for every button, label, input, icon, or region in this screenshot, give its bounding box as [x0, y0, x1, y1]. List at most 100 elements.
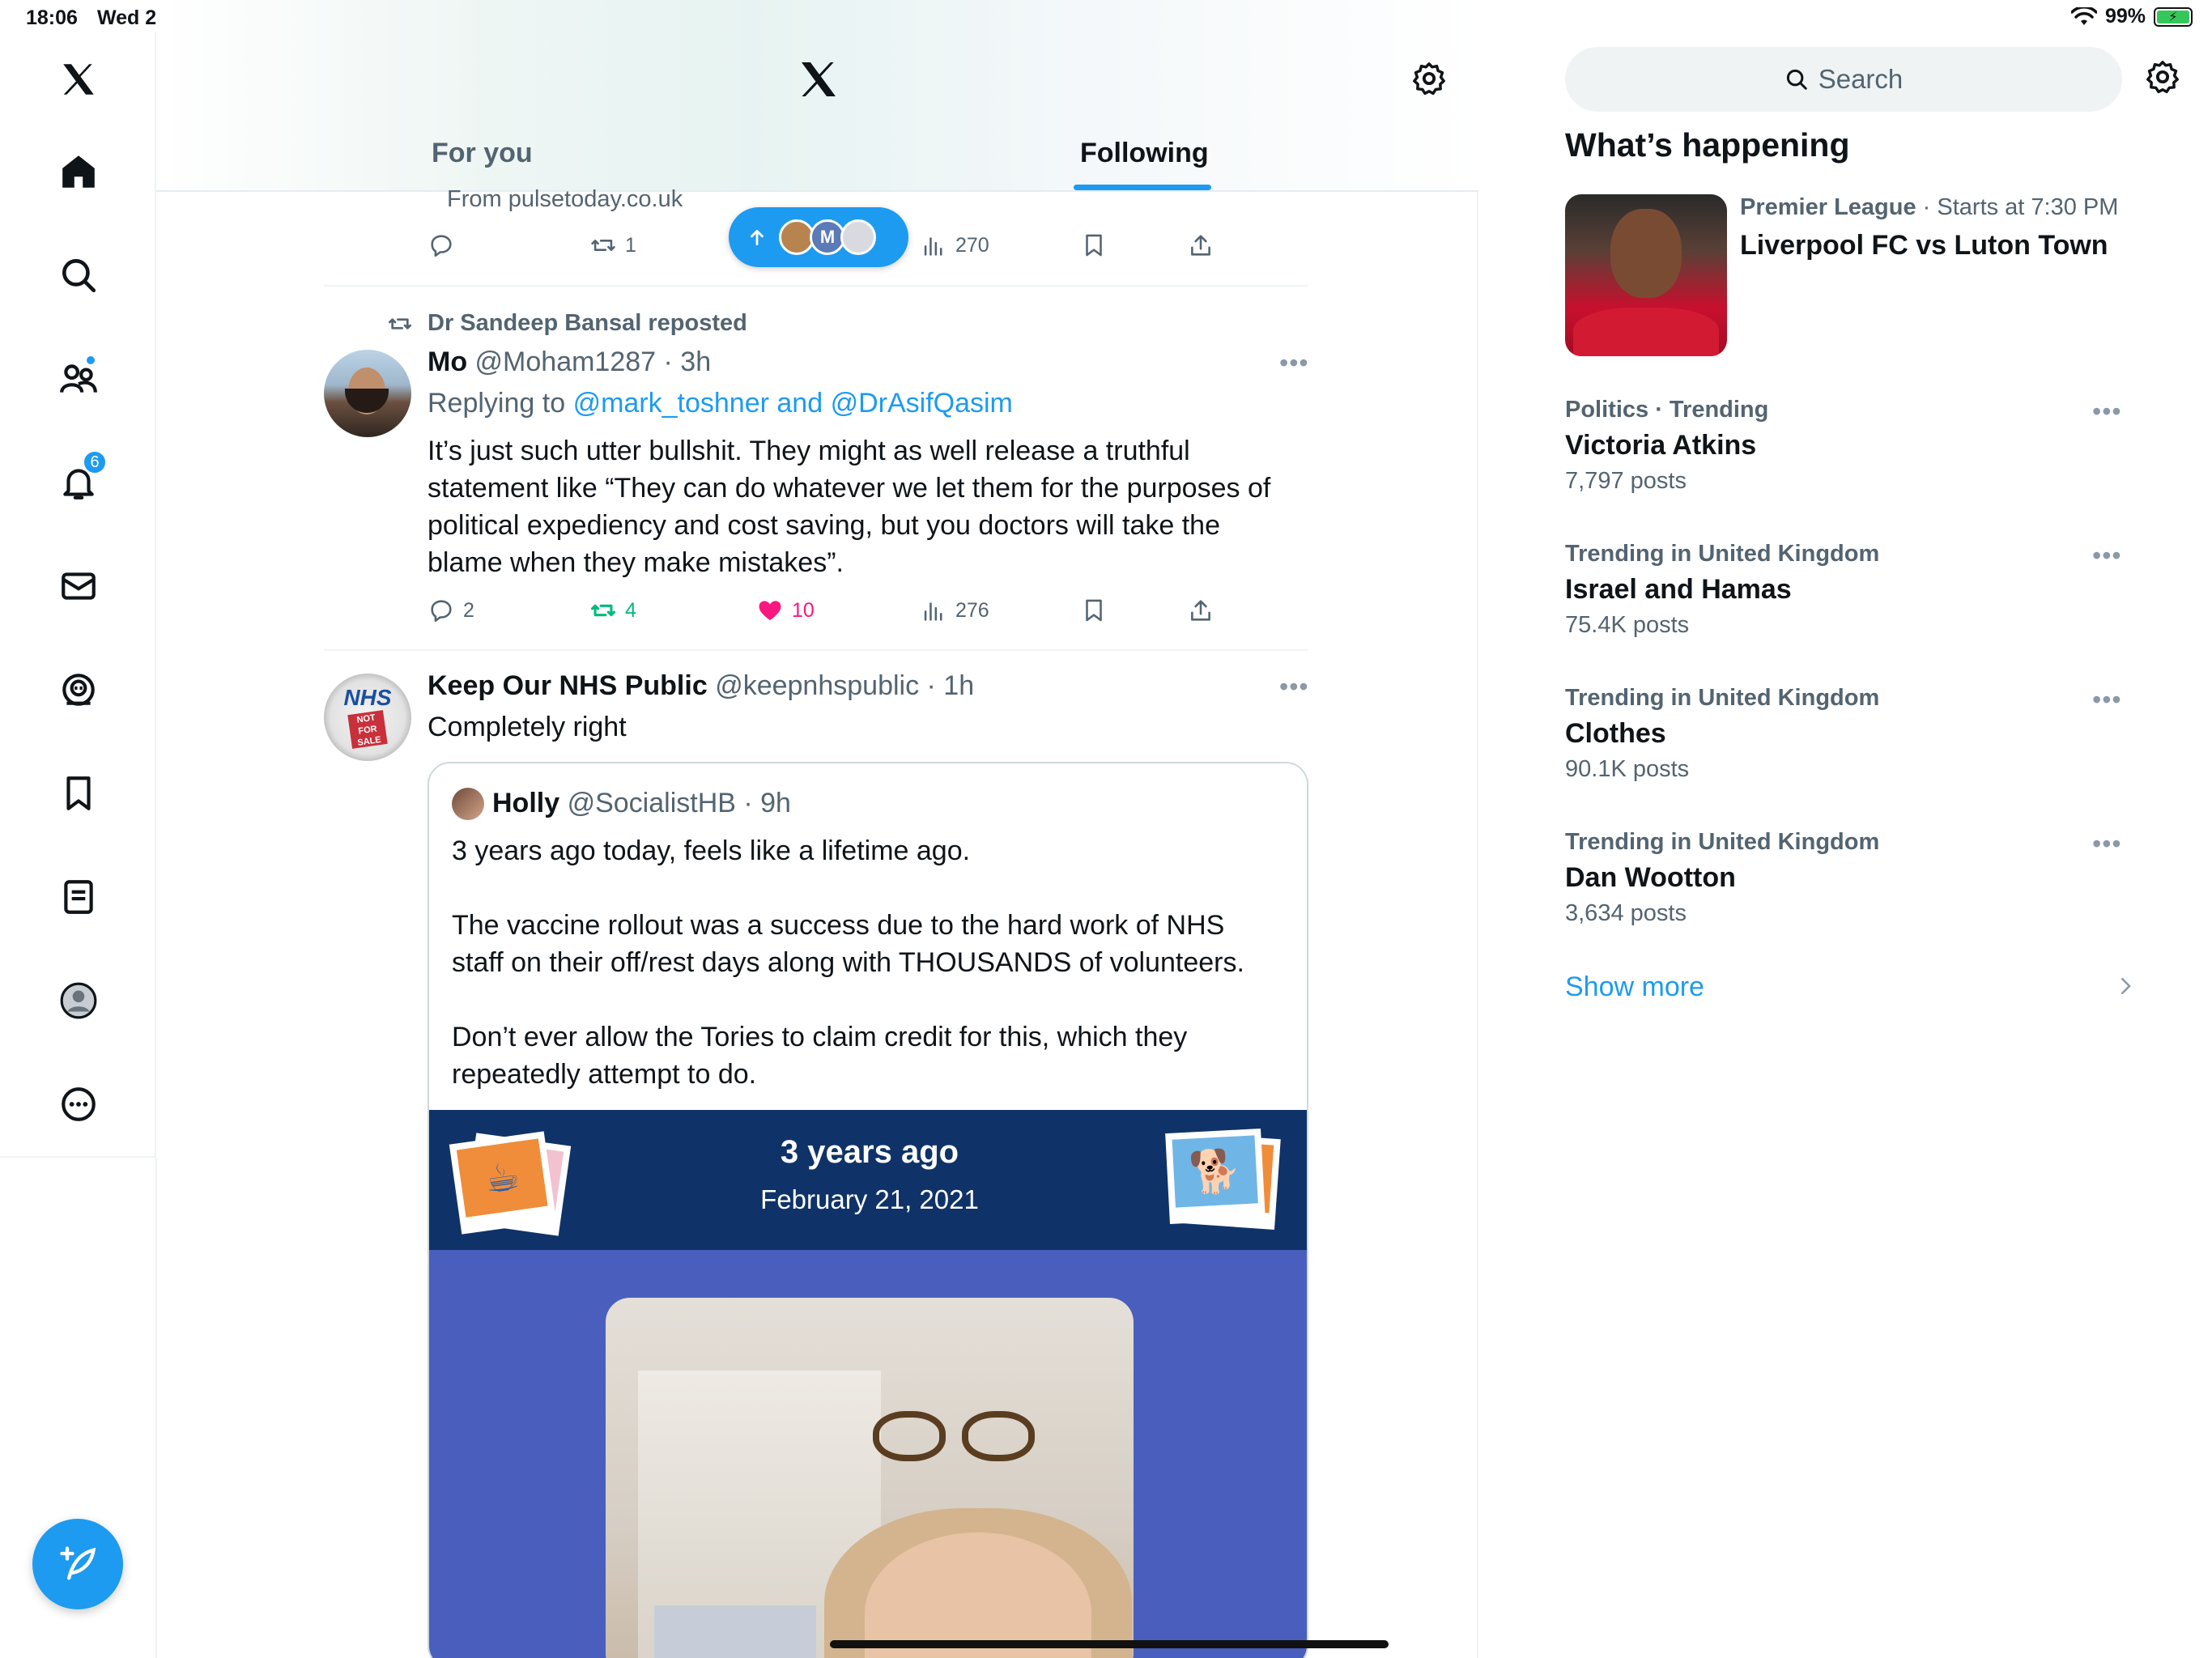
- trend-more-icon[interactable]: •••: [2092, 397, 2122, 427]
- views-button[interactable]: 276: [920, 597, 989, 624]
- quote-body: 3 years ago today, feels like a lifetime…: [452, 832, 1294, 1093]
- messages-envelope-icon[interactable]: [53, 560, 104, 612]
- quote-text-line: The vaccine rollout was a success due to…: [452, 910, 1225, 941]
- quote-author-line: Holly @SocialistHB · 9h: [492, 788, 791, 819]
- chevron-right-icon[interactable]: [2113, 974, 2138, 1002]
- views-button[interactable]: 270: [920, 232, 989, 259]
- repost-icon: [387, 311, 413, 341]
- quote-text-line: 3 years ago today, feels like a lifetime…: [452, 835, 971, 866]
- lists-icon[interactable]: [53, 871, 104, 923]
- tweet-more-icon[interactable]: •••: [1279, 672, 1309, 702]
- trend-item[interactable]: Trending in United Kingdom Clothes 90.1K…: [1565, 685, 1879, 783]
- trend-count: 3,634 posts: [1565, 900, 1687, 926]
- share-icon: [1191, 600, 1210, 621]
- trend-more-icon[interactable]: •••: [2092, 685, 2122, 715]
- status-time: 18:06: [26, 6, 78, 29]
- notification-count-badge: 6: [83, 450, 107, 474]
- trend-item[interactable]: Trending in United Kingdom Dan Wootton 3…: [1565, 829, 1879, 927]
- views-count: 276: [955, 598, 989, 622]
- tweet-more-icon[interactable]: •••: [1279, 348, 1309, 378]
- explore-settings-gear-icon[interactable]: [2144, 58, 2181, 100]
- notifications-bell-icon[interactable]: 6: [53, 450, 107, 508]
- x-header-logo-icon[interactable]: [796, 57, 841, 106]
- tweet-divider: [324, 649, 1308, 651]
- bookmark-button[interactable]: [1080, 597, 1108, 624]
- views-chart-icon: [924, 602, 942, 621]
- trend-meta: Trending in United Kingdom: [1565, 541, 1880, 567]
- author-name[interactable]: Keep Our NHS Public: [428, 670, 708, 701]
- x-logo-icon[interactable]: [53, 53, 104, 105]
- retweet-button[interactable]: 1: [589, 232, 636, 259]
- compose-feather-icon: [60, 1546, 96, 1580]
- wifi-icon: [2070, 6, 2097, 25]
- show-more-link[interactable]: Show more: [1565, 971, 1704, 1003]
- tweet-text-line: blame when they make mistakes”.: [428, 547, 844, 578]
- tab-for-you[interactable]: For you: [432, 138, 533, 169]
- trend-title: Victoria Atkins: [1565, 430, 1757, 461]
- event-category: Premier League: [1740, 194, 1916, 220]
- share-button[interactable]: [1187, 597, 1214, 624]
- quote-author-handle-time: @SocialistHB · 9h: [567, 788, 791, 818]
- author-name[interactable]: Mo: [428, 346, 467, 377]
- trend-meta: Trending in United Kingdom: [1565, 829, 1880, 855]
- event-time: · Starts at 7:30 PM: [1916, 194, 2119, 220]
- left-nav: 6: [0, 32, 156, 1158]
- trend-more-icon[interactable]: •••: [2092, 541, 2122, 571]
- communities-icon[interactable]: [53, 353, 104, 405]
- memory-banner: ☕ 3 years ago February 21, 2021 🐕: [429, 1110, 1307, 1250]
- event-thumbnail[interactable]: [1565, 194, 1727, 356]
- trend-more-icon[interactable]: •••: [2092, 829, 2122, 859]
- reply-count: 2: [463, 598, 474, 622]
- card-source-link[interactable]: From pulsetoday.co.uk: [447, 186, 683, 213]
- quote-text-line: staff on their off/rest days along with …: [452, 947, 1244, 978]
- reply-button[interactable]: 2: [428, 597, 474, 624]
- retweet-button[interactable]: 4: [589, 597, 636, 624]
- views-count: 270: [955, 233, 989, 257]
- avatar-keep-our-nhs-public[interactable]: NHS NOT FOR SALE: [324, 674, 411, 761]
- timeline-settings-gear-icon[interactable]: [1410, 60, 1448, 101]
- avatar-mo[interactable]: [324, 350, 411, 437]
- reply-icon: [431, 235, 452, 257]
- search-placeholder: Search: [1818, 64, 1904, 94]
- heart-filled-icon: [759, 601, 781, 621]
- reply-button[interactable]: [428, 232, 455, 259]
- share-button[interactable]: [1187, 232, 1214, 259]
- tweet-text-line: political expediency and cost saving, bu…: [428, 510, 1220, 541]
- search-icon[interactable]: [53, 249, 104, 301]
- communities-dot-badge: [85, 355, 96, 366]
- compose-post-button[interactable]: [32, 1519, 123, 1609]
- trend-item[interactable]: Trending in United Kingdom Israel and Ha…: [1565, 541, 1879, 639]
- replying-to-handles[interactable]: @mark_toshner and @DrAsifQasim: [573, 388, 1013, 419]
- search-input[interactable]: Search: [1565, 47, 2122, 112]
- spaces-icon[interactable]: [53, 664, 104, 716]
- search-icon: [1786, 69, 1807, 90]
- avatar-holly: [452, 788, 484, 820]
- quote-author-name: Holly: [492, 788, 560, 818]
- event-title[interactable]: Liverpool FC vs Luton Town: [1740, 230, 2108, 261]
- like-count: 10: [792, 598, 815, 622]
- bookmark-button[interactable]: [1080, 232, 1108, 259]
- header-divider: [156, 190, 1478, 192]
- memory-photo[interactable]: [606, 1298, 1134, 1658]
- reposted-by-label[interactable]: Dr Sandeep Bansal reposted: [428, 310, 747, 337]
- bookmarks-icon[interactable]: [53, 767, 104, 819]
- profile-avatar-icon[interactable]: [53, 975, 104, 1027]
- home-indicator[interactable]: [830, 1640, 1389, 1648]
- author-handle-time[interactable]: @Moham1287 · 3h: [475, 346, 712, 377]
- trend-item[interactable]: Politics · Trending Victoria Atkins 7,79…: [1565, 397, 1768, 495]
- more-options-icon[interactable]: [53, 1078, 104, 1130]
- photo-stack-dog-icon: 🐕: [1165, 1128, 1281, 1233]
- trend-title: Israel and Hamas: [1565, 574, 1792, 605]
- quoted-tweet-card[interactable]: Holly @SocialistHB · 9h 3 years ago toda…: [428, 762, 1308, 1658]
- new-posts-pill[interactable]: M: [729, 207, 908, 267]
- retweet-count: 1: [625, 233, 636, 257]
- author-handle-time[interactable]: @keepnhspublic · 1h: [715, 670, 974, 701]
- arrow-up-icon: [751, 230, 764, 246]
- trend-count: 90.1K posts: [1565, 756, 1690, 782]
- trend-title: Clothes: [1565, 718, 1666, 749]
- like-button[interactable]: 10: [756, 597, 815, 624]
- event-meta: Premier League · Starts at 7:30 PM: [1740, 194, 2118, 221]
- views-chart-icon: [924, 237, 942, 256]
- home-icon[interactable]: [53, 146, 104, 198]
- tab-following[interactable]: Following: [1080, 138, 1209, 169]
